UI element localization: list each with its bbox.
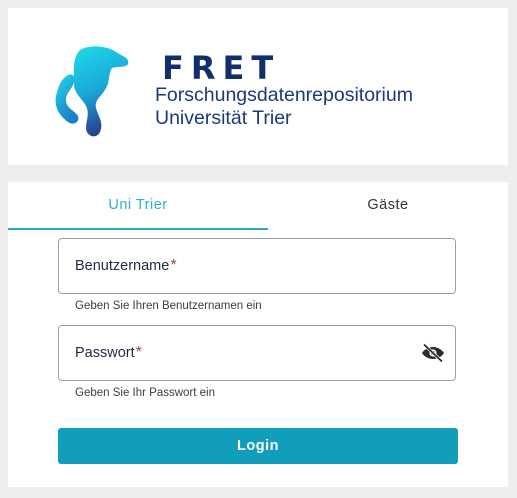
username-field[interactable]: Benutzername* xyxy=(58,238,456,294)
tab-uni-trier[interactable]: Uni Trier xyxy=(8,182,268,230)
password-label: Passwort* xyxy=(75,344,142,362)
fret-dog-logo xyxy=(55,46,129,137)
password-required-mark: * xyxy=(135,344,142,361)
password-label-text: Passwort xyxy=(75,345,135,361)
password-hint: Geben Sie Ihr Passwort ein xyxy=(75,387,215,399)
username-label-text: Benutzername xyxy=(75,258,170,274)
logo-subtitle-line1: Forschungsdatenrepositorium xyxy=(155,84,413,106)
password-field[interactable]: Passwort* xyxy=(58,325,456,381)
eye-off-icon[interactable] xyxy=(421,343,445,363)
tab-gaeste[interactable]: Gäste xyxy=(258,182,517,228)
logo-title: FRET xyxy=(162,49,281,87)
username-hint: Geben Sie Ihren Benutzernamen ein xyxy=(75,300,262,312)
username-label: Benutzername* xyxy=(75,257,177,275)
logo-card: FRET Forschungsdatenrepositorium Univers… xyxy=(8,8,508,165)
login-button[interactable]: Login xyxy=(58,428,458,464)
login-card: Uni Trier Gäste Benutzername* Geben Sie … xyxy=(8,182,508,487)
username-required-mark: * xyxy=(170,257,177,274)
logo-subtitle-line2: Universität Trier xyxy=(155,107,292,129)
